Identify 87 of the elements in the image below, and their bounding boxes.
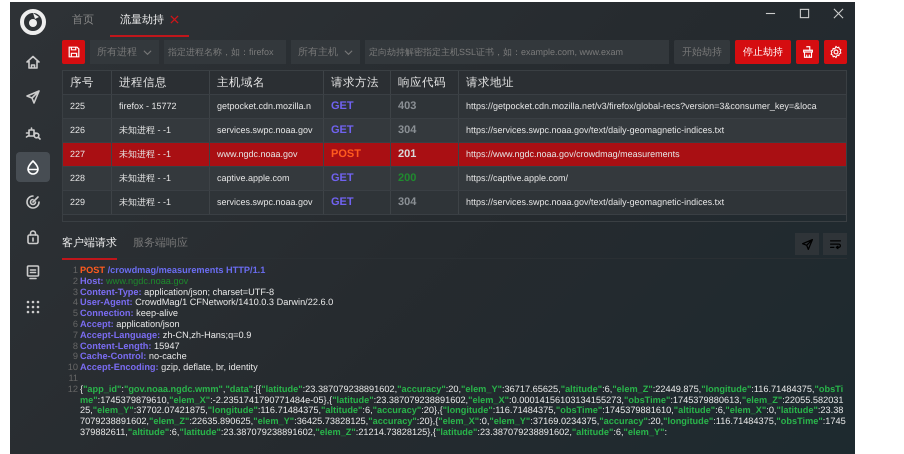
code-line: {"app_id":"gov.noaa.ngdc.wmm","data":[{"latitude":23.387079238891602,"accuracy":20,"elem_Y":36717.65625,"altitude":6,"elem_Z":22449.875,"longitude":116.71484375,"obsTime":1745379879610,"elem_X":-2.2351741790771484e-05},{"latitude":23.387079238891602,"elem_X":0.00014156103134155273,"obsTime":1745379880613,"elem_Z":22055.58203125,"elem_Y":37702.07421875,"longitude":116.71484375,"altitude":6,"accuracy":20},{"longitude":116.71484375,"obsTime":1745379881610,"altitude":6,"elem_X":0,"latitude":23.387079238891602,"elem_Z":22635.890625,"elem_Y":36425.73828125,"accuracy":20},{"elem_X":0,"elem_Y":37169.0234375,"accuracy":20,"longitude":116.71484375,"obsTime":1745379882611,"altitude":6,"latitude":23.387079238891602,"elem_Z":21214.73828125},{"latitude":23.387079238891602,"altitude":6,"elem_Y":: [80, 384, 847, 438]
code-line: Content-Type: application/json; charset=UTF-8: [80, 286, 276, 298]
table-cell: 228: [70, 172, 86, 184]
line-number: 9: [72, 351, 79, 362]
line-number: 7: [72, 330, 79, 341]
table-cell: GET: [331, 195, 354, 210]
code-line: Accept: application/json: [80, 318, 181, 330]
code-line: Cache-Control: no-cache: [80, 351, 188, 362]
close-icon[interactable]: [832, 8, 844, 18]
droplet-icon: [25, 159, 41, 175]
line-number: 11: [67, 372, 79, 384]
table-cell: 227: [70, 148, 86, 160]
table-cell: https://services.swpc.noaa.gov/text/daily-geomagnetic-indices.txt: [466, 196, 724, 208]
maximize-icon[interactable]: [798, 8, 810, 18]
target-icon: [25, 194, 41, 210]
table-cell: services.swpc.noaa.gov: [217, 124, 313, 136]
tab[interactable]: 首页: [62, 2, 104, 37]
input-field[interactable]: 指定进程名称，如：firefox: [164, 40, 286, 64]
table-cell: 200: [398, 171, 416, 186]
table-cell: getpocket.cdn.mozilla.n: [217, 100, 312, 112]
column-header: 请求地址: [459, 71, 846, 94]
code-line: POST /crowdmag/measurements HTTP/1.1: [80, 265, 266, 276]
table-cell: POST: [331, 147, 361, 162]
chevron-down-icon: [143, 48, 152, 56]
table-cell: 201: [398, 147, 416, 162]
save-button[interactable]: [62, 40, 85, 64]
table-cell: services.swpc.noaa.gov: [217, 196, 313, 208]
paper-plane-icon: [25, 89, 41, 105]
table-cell: 未知进程 - -1: [119, 172, 172, 184]
paper-plane-icon: [800, 238, 814, 250]
line-number: 6: [72, 318, 79, 330]
line-number: 1: [72, 265, 79, 276]
clear-button[interactable]: [796, 40, 819, 64]
table-cell: GET: [331, 171, 354, 186]
table-cell: 229: [70, 196, 86, 208]
table-cell: https://www.ngdc.noaa.gov/crowdmag/measurements: [466, 148, 680, 160]
table-cell: GET: [331, 99, 354, 114]
table-row[interactable]: 225 firefox - 15772 getpocket.cdn.mozilla.n GET 403 https://getpocket.cdn.mozilla.net/v3/firefox/global-recs?version=3&consumer_key=&loca: [63, 95, 846, 119]
save-icon: [66, 45, 80, 59]
table-cell: 304: [398, 195, 416, 210]
table-cell: 未知进程 - -1: [119, 148, 172, 160]
code-line: Accept-Language: zh-CN,zh-Hans;q=0.9: [80, 330, 252, 341]
code-line: User-Agent: CrowdMag/1 CFNetwork/1410.0.3 Darwin/22.6.0: [80, 297, 334, 308]
house-icon: [25, 54, 41, 70]
word-wrap-icon: [828, 238, 842, 250]
table-cell: captive.apple.com: [217, 172, 290, 184]
logo-icon: [19, 8, 47, 36]
code-line: Connection: keep-alive: [80, 308, 180, 319]
monitor-icon: [25, 264, 41, 280]
settings-button[interactable]: [824, 40, 847, 64]
settings-icon: [828, 45, 842, 59]
table-cell: 304: [398, 123, 416, 138]
table-cell: 未知进程 - -1: [119, 196, 172, 208]
sidebar-item[interactable]: [16, 152, 50, 182]
table-cell: 226: [70, 124, 86, 136]
line-number: 12: [66, 384, 79, 396]
close-tab-icon[interactable]: [170, 12, 179, 26]
table-cell: www.ngdc.noaa.gov: [217, 148, 298, 160]
table-cell: https://getpocket.cdn.mozilla.net/v3/firefox/global-recs?version=3&consumer_key=&loca: [466, 100, 817, 112]
app-grid-icon: [25, 299, 41, 315]
table-cell: 未知进程 - -1: [119, 124, 172, 136]
table-cell: 403: [398, 99, 416, 114]
tab[interactable]: 客户端请求: [62, 228, 117, 260]
code-line: Accept-Encoding: gzip, deflate, br, identity: [80, 362, 259, 373]
line-number: 4: [72, 297, 79, 308]
input-field[interactable]: 定向劫持解密指定主机SSL证书，如：example.com, www.exam: [365, 40, 669, 64]
table-cell: GET: [331, 123, 354, 138]
table-row[interactable]: 229 未知进程 - -1 services.swpc.noaa.gov GET 304 https://services.swpc.noaa.gov/text/daily-geomagnetic-indices.txt: [63, 191, 846, 215]
chevron-down-icon: [344, 48, 353, 56]
line-number: 2: [72, 276, 79, 287]
line-number: 3: [72, 286, 79, 298]
tab[interactable]: 流量劫持: [110, 2, 189, 37]
table-row[interactable]: 226 未知进程 - -1 services.swpc.noaa.gov GET 304 https://services.swpc.noaa.gov/text/daily-geomagnetic-indices.txt: [63, 119, 846, 143]
table-cell: firefox - 15772: [119, 100, 177, 112]
code-line: Host: www.ngdc.noaa.gov: [80, 276, 190, 287]
table-row[interactable]: 227 未知进程 - -1 www.ngdc.noaa.gov POST 201 https://www.ngdc.noaa.gov/crowdmag/measurements: [63, 143, 846, 167]
table-row[interactable]: 228 未知进程 - -1 captive.apple.com GET 200 https://captive.apple.com/: [63, 167, 846, 191]
line-number: 5: [72, 308, 79, 319]
line-number: 8: [72, 340, 79, 352]
broom-icon: [800, 45, 814, 59]
table-cell: https://services.swpc.noaa.gov/text/daily-geomagnetic-indices.txt: [466, 124, 724, 136]
table-cell: https://captive.apple.com/: [466, 172, 568, 184]
table-cell: 225: [70, 100, 86, 112]
stop-button[interactable]: 停止劫持: [735, 40, 791, 64]
code-line: Content-Length: 15947: [80, 340, 181, 352]
line-number: 10: [66, 362, 79, 373]
padlock-icon: [25, 229, 41, 245]
